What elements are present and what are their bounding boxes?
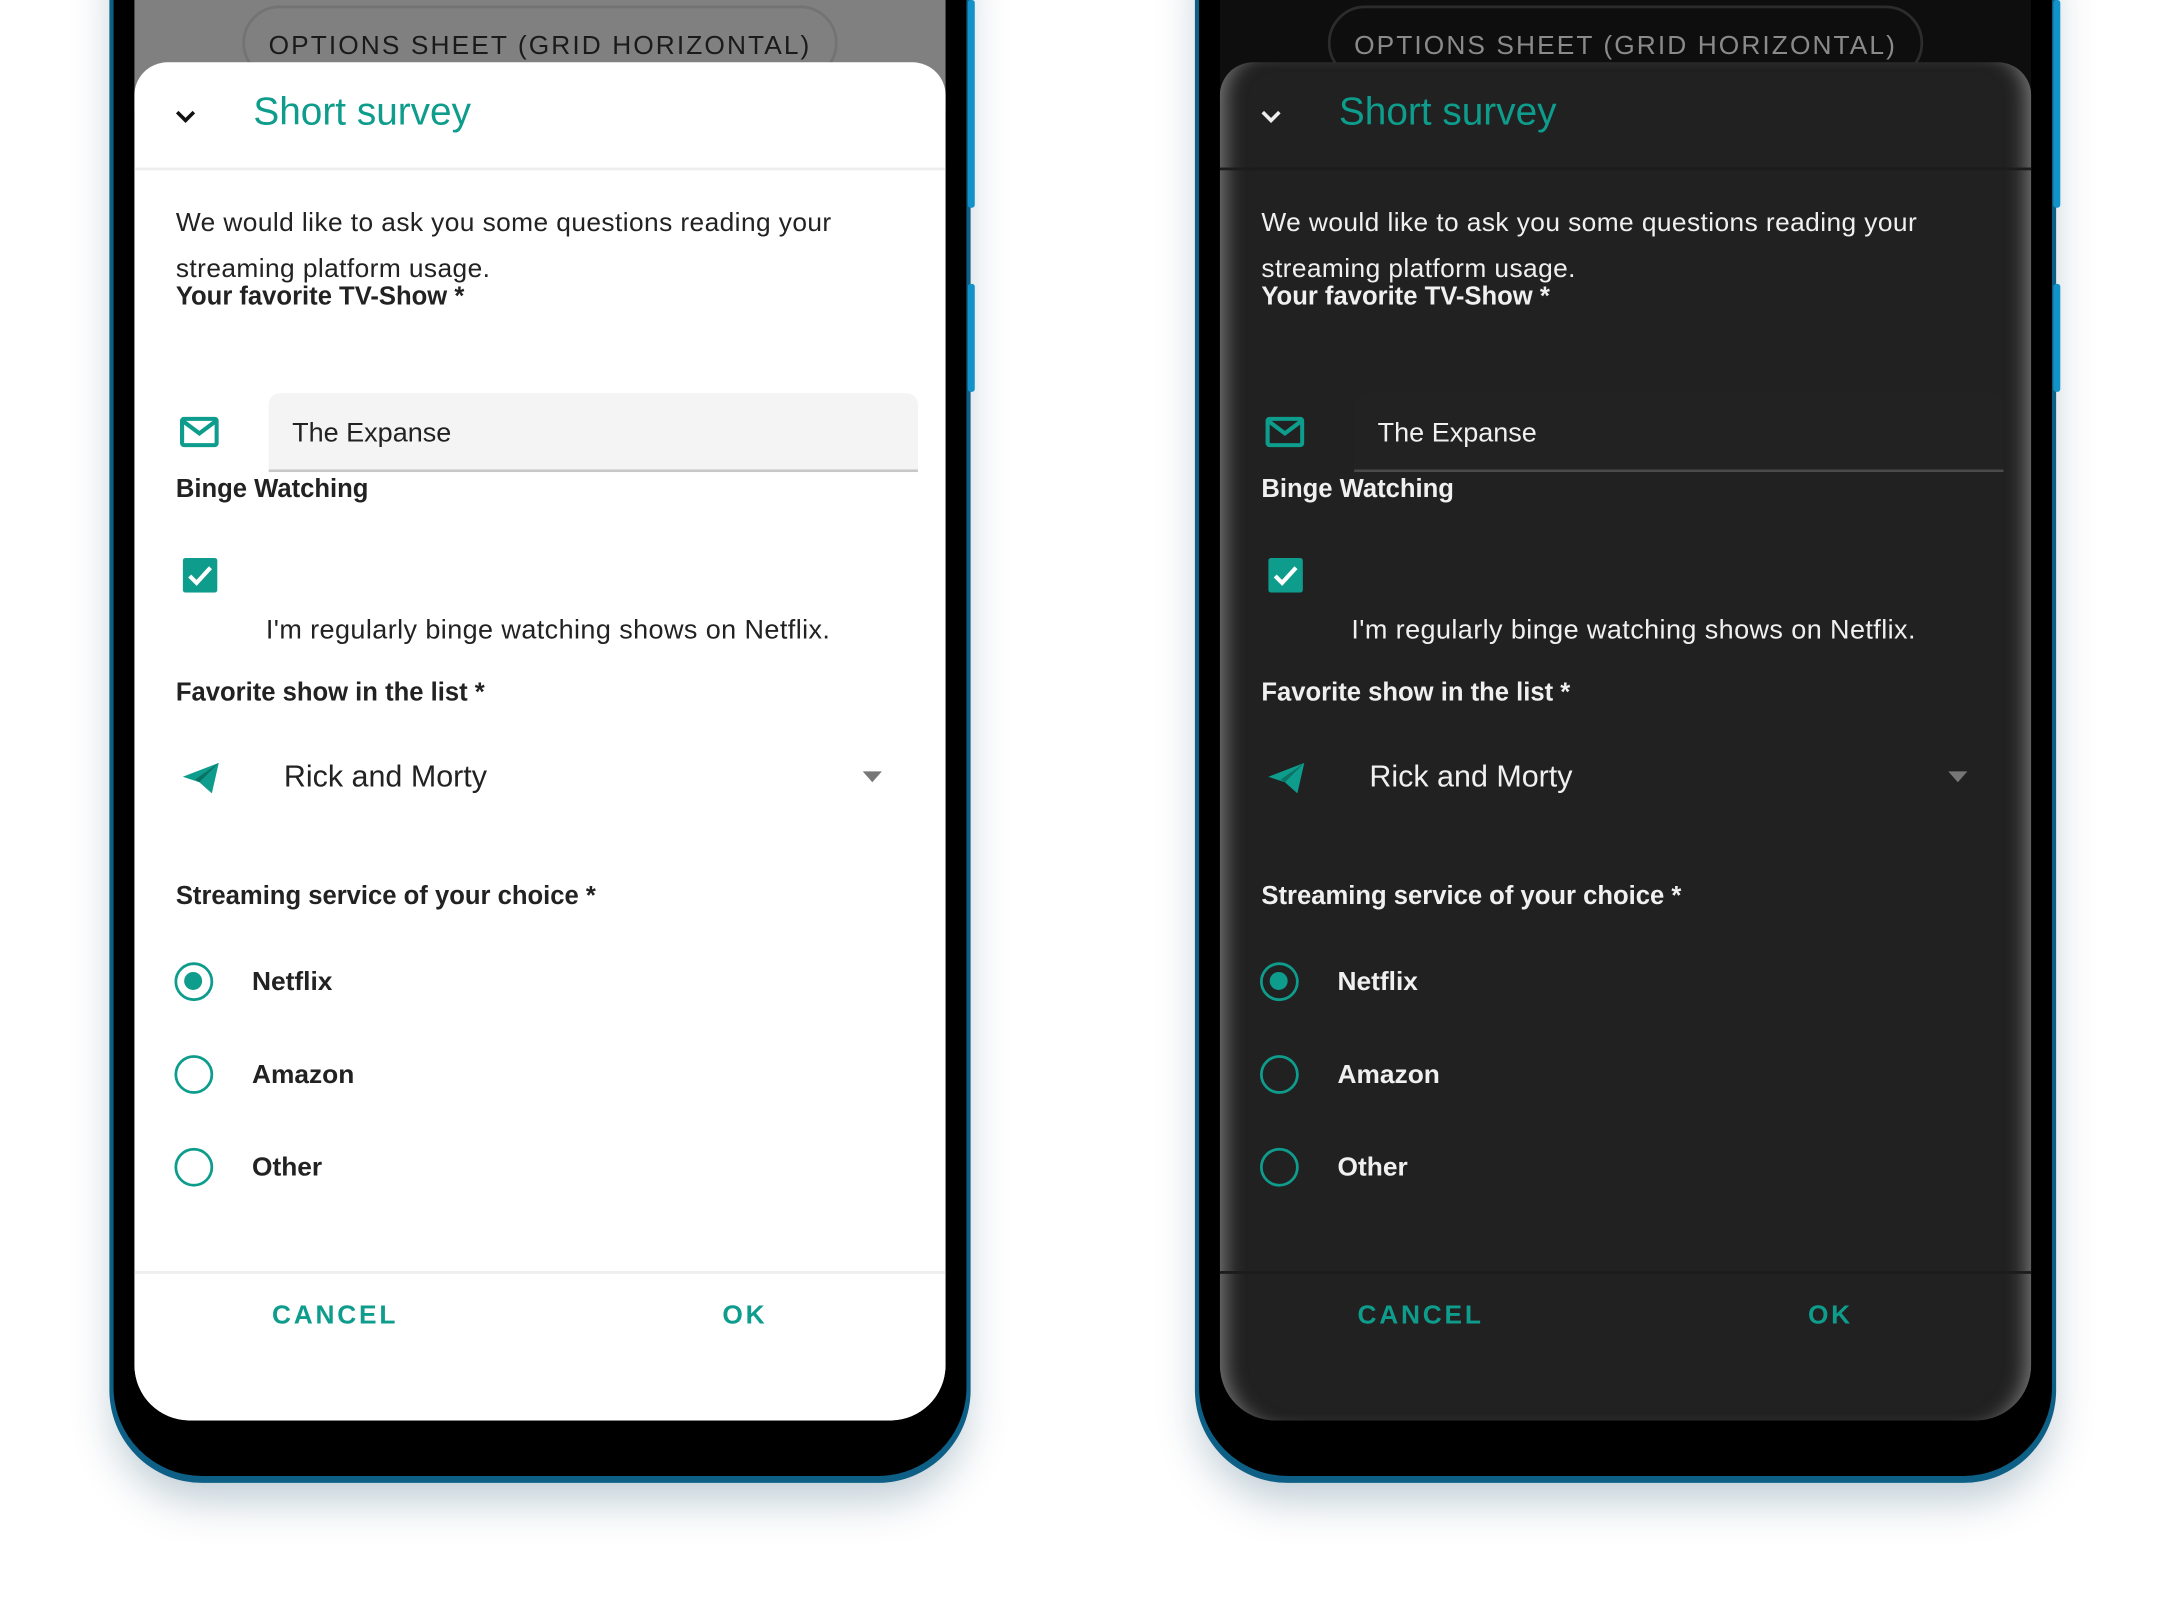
side-button xyxy=(2053,283,2061,392)
dropdown-arrow-icon[interactable] xyxy=(1948,771,1968,783)
phone-frame: OPTIONS SHEET (GRID HORIZONTAL) Short su… xyxy=(1199,0,2061,1476)
radio-label[interactable]: Other xyxy=(252,1153,322,1183)
tv-show-input[interactable]: The Expanse xyxy=(1354,393,2004,473)
favorite-show-select[interactable]: Rick and Morty xyxy=(1369,759,1572,795)
binge-label: Binge Watching xyxy=(175,473,369,503)
cancel-button[interactable]: CANCEL xyxy=(1357,1302,1483,1332)
mail-icon xyxy=(179,416,219,448)
tv-show-input[interactable]: The Expanse xyxy=(268,393,918,473)
side-button xyxy=(967,0,975,208)
cancel-button[interactable]: CANCEL xyxy=(272,1302,398,1332)
binge-checkbox-label[interactable]: I'm regularly binge watching shows on Ne… xyxy=(1351,615,1916,647)
sheet-title: Short survey xyxy=(253,89,472,133)
divider xyxy=(1219,1271,2032,1274)
radio-amazon[interactable] xyxy=(1259,1055,1299,1094)
bottom-sheet: Short survey We would like to ask you so… xyxy=(1219,62,2032,1421)
phone-frame: OPTIONS SHEET (GRID HORIZONTAL) Short su… xyxy=(113,0,975,1476)
phone-screen: OPTIONS SHEET (GRID HORIZONTAL) Short su… xyxy=(1219,0,2032,1421)
binge-label: Binge Watching xyxy=(1261,473,1454,503)
side-button xyxy=(967,283,975,392)
radio-label[interactable]: Amazon xyxy=(1338,1061,1440,1091)
phone-screen: OPTIONS SHEET (GRID HORIZONTAL) Short su… xyxy=(134,0,946,1421)
radio-netflix[interactable] xyxy=(174,962,214,1002)
checkbox-checked[interactable] xyxy=(1268,557,1303,593)
radio-label[interactable]: Netflix xyxy=(1338,968,1418,998)
divider xyxy=(134,167,946,171)
sheet-title: Short survey xyxy=(1338,89,1557,133)
radio-label[interactable]: Netflix xyxy=(252,968,332,998)
ok-button[interactable]: OK xyxy=(1808,1302,1853,1332)
divider xyxy=(134,1271,946,1274)
side-button xyxy=(2053,0,2061,208)
favorite-show-select[interactable]: Rick and Morty xyxy=(284,759,487,795)
tv-show-label: Your favorite TV-Show * xyxy=(175,281,465,311)
dropdown-arrow-icon[interactable] xyxy=(862,771,882,783)
radio-label[interactable]: Amazon xyxy=(252,1061,354,1091)
radio-other[interactable] xyxy=(174,1147,214,1187)
streaming-label: Streaming service of your choice * xyxy=(175,880,596,910)
bottom-sheet: Short survey We would like to ask you so… xyxy=(134,62,946,1421)
radio-label[interactable]: Other xyxy=(1338,1153,1408,1183)
streaming-label: Streaming service of your choice * xyxy=(1261,880,1682,910)
survey-description: We would like to ask you some questions … xyxy=(1261,209,1918,284)
favorite-label: Favorite show in the list * xyxy=(1261,677,1571,707)
tv-show-label: Your favorite TV-Show * xyxy=(1261,281,1550,311)
radio-netflix[interactable] xyxy=(1259,962,1299,1002)
chevron-down-icon[interactable] xyxy=(170,101,200,131)
binge-checkbox-label[interactable]: I'm regularly binge watching shows on Ne… xyxy=(266,615,831,647)
send-icon xyxy=(182,762,219,794)
mail-icon xyxy=(1265,416,1305,448)
favorite-label: Favorite show in the list * xyxy=(175,677,485,707)
radio-amazon[interactable] xyxy=(174,1055,214,1094)
ok-button[interactable]: OK xyxy=(722,1302,767,1332)
send-icon xyxy=(1268,762,1305,794)
checkbox-checked[interactable] xyxy=(182,557,218,593)
survey-description: We would like to ask you some questions … xyxy=(175,209,832,284)
radio-other[interactable] xyxy=(1259,1147,1299,1187)
chevron-down-icon[interactable] xyxy=(1256,101,1286,131)
divider xyxy=(1219,167,2032,171)
